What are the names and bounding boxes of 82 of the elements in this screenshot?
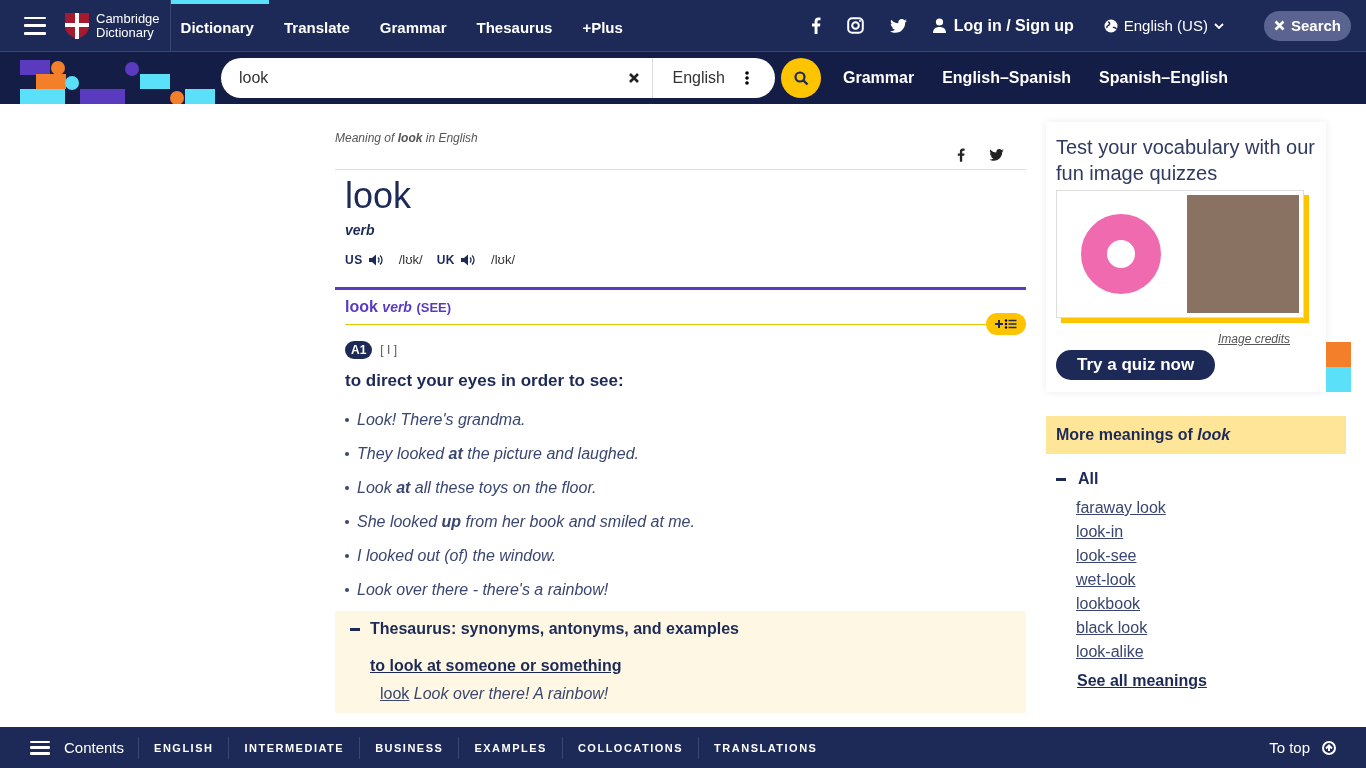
plus-list-icon — [995, 319, 1017, 329]
example-sentence: She looked up from her book and smiled at me. — [357, 513, 695, 531]
meaning-link[interactable]: look-alike — [1076, 640, 1144, 664]
chevron-down-icon — [1213, 22, 1224, 29]
up-arrow-circle-icon — [1322, 740, 1336, 755]
twitter-icon[interactable] — [889, 18, 907, 33]
search-toggle-button[interactable]: Search — [1263, 10, 1351, 41]
facebook-icon[interactable] — [957, 148, 965, 162]
headword: look — [345, 176, 413, 216]
more-options-icon[interactable] — [745, 71, 749, 85]
section-link[interactable]: BUSINESS — [359, 736, 459, 759]
grammar-label: [ I ] — [380, 343, 397, 357]
example-sentence: Look over there - there's a rainbow! — [357, 581, 609, 599]
thesaurus-title[interactable]: Thesaurus: synonyms, antonyms, and examples — [370, 620, 739, 638]
example-sentence: Look at all these toys on the floor. — [357, 479, 597, 497]
meaning-link[interactable]: lookbook — [1076, 592, 1141, 616]
synonym-link[interactable]: look — [380, 685, 410, 702]
shield-icon — [64, 11, 90, 40]
meaning-link[interactable]: faraway look — [1076, 496, 1166, 520]
nav-tab[interactable]: Grammar — [364, 0, 462, 52]
example-sentence: I looked out (of) the window. — [357, 547, 557, 565]
instagram-icon[interactable] — [846, 17, 864, 34]
user-icon — [932, 18, 946, 33]
region-label: UK — [436, 252, 456, 267]
meaning-link[interactable]: look-in — [1076, 520, 1124, 544]
pronunciation: /lʊk/ — [491, 252, 516, 267]
to-top-link[interactable]: To top — [1269, 739, 1336, 756]
level-badge: A1 — [345, 341, 373, 359]
bullet-icon — [345, 418, 349, 422]
thesaurus-example: Look over there! A rainbow! — [413, 685, 609, 702]
meaning-link[interactable]: wet-look — [1076, 568, 1136, 592]
search-button[interactable] — [781, 58, 821, 98]
dictionary-link[interactable]: Spanish–English — [1099, 69, 1228, 87]
bullet-icon — [345, 486, 349, 490]
definition: to direct your eyes in order to see: — [344, 370, 625, 391]
section-link[interactable]: EXAMPLES — [458, 736, 562, 759]
nav-tab[interactable]: Translate — [268, 0, 365, 52]
nav-tab[interactable]: +Plus — [567, 0, 638, 52]
logo-text[interactable]: Cambridge Dictionary — [96, 11, 160, 40]
menu-icon — [30, 740, 50, 755]
menu-icon[interactable] — [24, 16, 46, 35]
bullet-icon — [345, 520, 349, 524]
region-label: US — [345, 252, 363, 267]
speaker-icon[interactable] — [368, 253, 385, 266]
section-link[interactable]: COLLOCATIONS — [561, 736, 699, 759]
thesaurus-topic-link[interactable]: to look at someone or something — [370, 657, 622, 675]
language-selector[interactable]: English (US) — [1103, 17, 1224, 34]
section-link[interactable]: TRANSLATIONS — [698, 736, 833, 759]
bullet-icon — [345, 452, 349, 456]
contents-button[interactable]: Contents — [30, 739, 139, 756]
dictionary-link[interactable]: English–Spanish — [942, 69, 1072, 87]
bullet-icon — [345, 554, 349, 558]
example-sentence: Look! There's grandma. — [357, 411, 526, 429]
twitter-icon[interactable] — [989, 149, 1004, 161]
meaning-of-label: Meaning of look in English — [335, 131, 479, 145]
sense-heading: look verb (SEE) — [344, 298, 453, 316]
add-to-list-button[interactable] — [986, 313, 1026, 335]
image-credits-link[interactable]: Image credits — [1056, 332, 1290, 346]
nav-tab[interactable]: Thesaurus — [461, 0, 568, 52]
search-field[interactable]: look English — [221, 58, 775, 98]
example-sentence: They looked at the picture and laughed. — [357, 445, 639, 463]
globe-icon — [1103, 18, 1118, 33]
more-meanings-heading: More meanings of look — [1046, 416, 1346, 454]
search-icon — [793, 70, 809, 86]
meaning-link[interactable]: black look — [1076, 616, 1148, 640]
facebook-icon[interactable] — [810, 17, 821, 34]
group-label[interactable]: All — [1078, 470, 1099, 488]
speaker-icon[interactable] — [461, 253, 478, 266]
meaning-link[interactable]: look-see — [1076, 544, 1137, 568]
quiz-button[interactable]: Try a quiz now — [1056, 350, 1216, 380]
close-icon — [1273, 20, 1285, 31]
see-all-link[interactable]: See all meanings — [1077, 672, 1207, 690]
section-link[interactable]: INTERMEDIATE — [228, 736, 360, 759]
dictionary-link[interactable]: Grammar — [843, 69, 915, 87]
quiz-title: Test your vocabulary with our fun image quizzes — [1056, 135, 1316, 186]
login-link[interactable]: Log in / Sign up — [932, 16, 1074, 35]
bullet-icon — [345, 588, 349, 592]
pronunciation: /lʊk/ — [398, 252, 423, 267]
colored-blocks-drawing — [1326, 342, 1351, 392]
section-link[interactable]: ENGLISH — [138, 736, 229, 759]
part-of-speech: verb — [345, 222, 376, 238]
clear-icon[interactable] — [627, 72, 640, 84]
